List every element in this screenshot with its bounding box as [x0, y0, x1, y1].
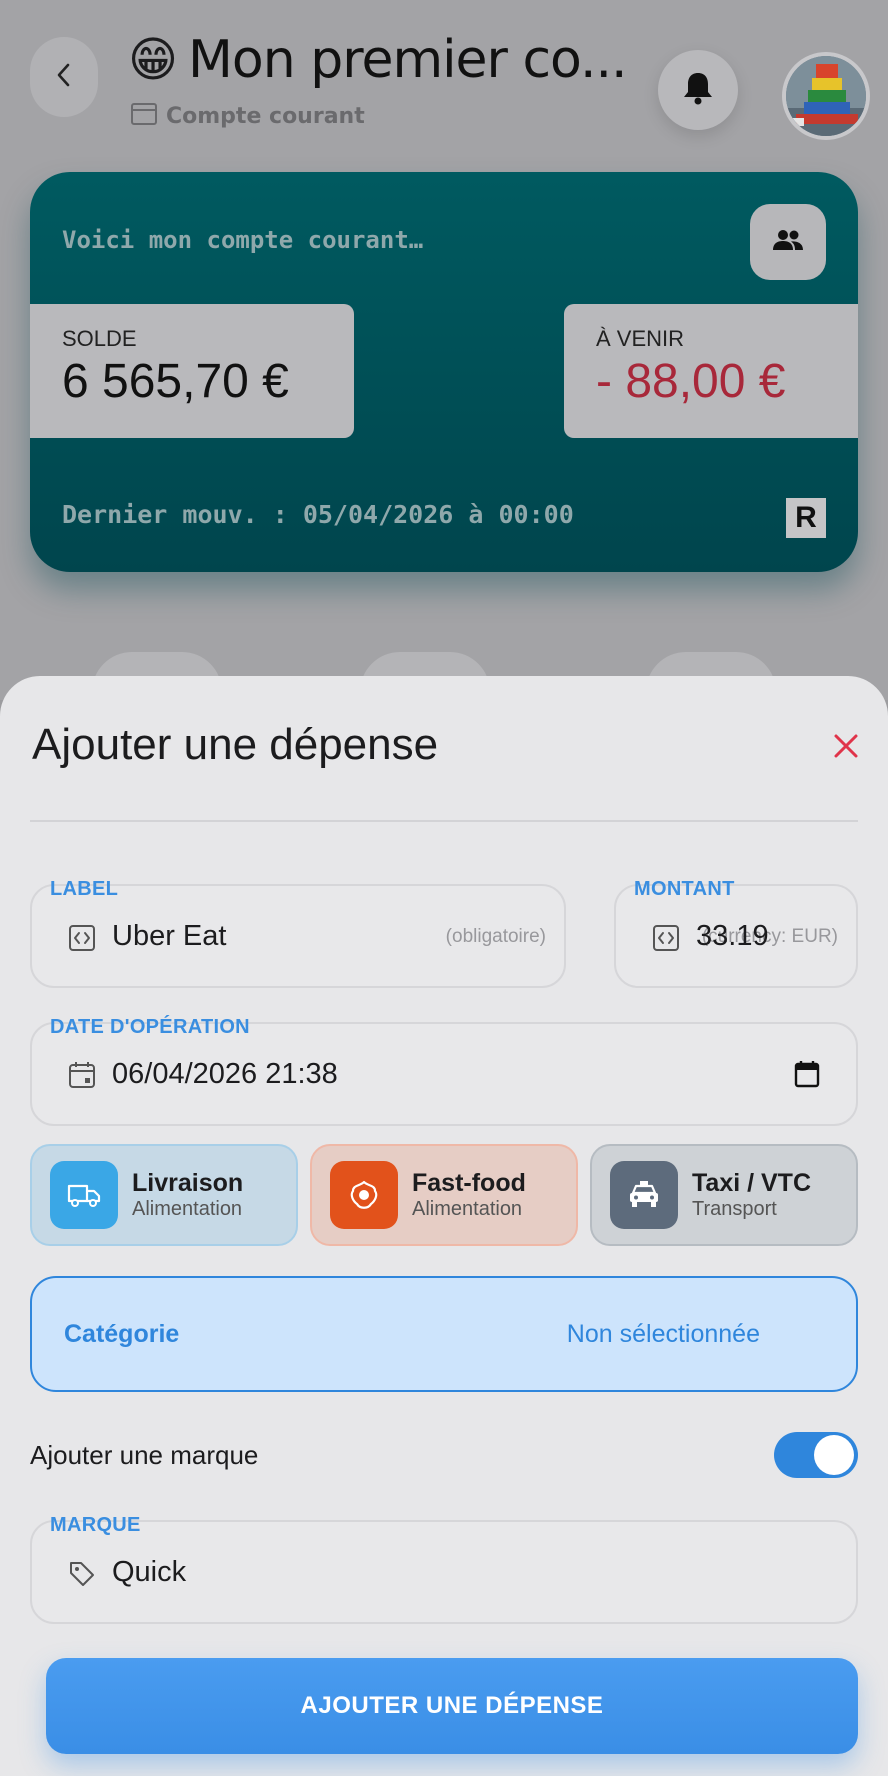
add-expense-sheet: Ajouter une dépense Uber Eat (obligatoir…: [0, 676, 888, 1776]
chip-group: Transport: [692, 1198, 777, 1220]
card-icon: [130, 102, 158, 130]
chip-group: Alimentation: [132, 1198, 243, 1220]
close-icon: [833, 733, 859, 763]
brand-field-label: MARQUE: [50, 1514, 141, 1536]
balance-label: SOLDE: [62, 326, 137, 351]
avatar[interactable]: [782, 52, 870, 140]
account-type-label: Compte courant: [166, 103, 365, 129]
upcoming-box: À VENIR - 88,00 €: [564, 304, 858, 438]
label-input[interactable]: Uber Eat: [112, 920, 226, 953]
suggestion-chip-livraison[interactable]: Livraison Alimentation: [30, 1144, 298, 1246]
account-description: Voici mon compte courant…: [62, 226, 424, 254]
chip-name: Livraison: [132, 1169, 244, 1197]
page-title: Mon premier co...: [188, 30, 627, 90]
sheet-title: Ajouter une dépense: [32, 720, 439, 769]
balance-value: 6 565,70 €: [62, 355, 289, 408]
bell-icon: [682, 70, 714, 110]
avatar-image: [786, 56, 866, 136]
brand-input[interactable]: Quick: [112, 1556, 186, 1589]
truck-icon: [50, 1161, 118, 1229]
taxi-icon: [610, 1161, 678, 1229]
calendar-picker-icon[interactable]: [794, 1060, 820, 1088]
tag-icon: [68, 1560, 96, 1588]
category-label: Catégorie: [64, 1320, 180, 1348]
amount-field-label: MONTANT: [634, 878, 735, 900]
label-hint: (obligatoire): [445, 926, 546, 947]
suggestion-chip-fast-food[interactable]: Fast-food Alimentation: [310, 1144, 578, 1246]
add-expense-button-label: AJOUTER UNE DÉPENSE: [300, 1692, 604, 1719]
chip-name: Taxi / VTC: [692, 1169, 812, 1197]
people-icon: [772, 228, 804, 256]
account-type: Compte courant: [130, 102, 365, 130]
code-icon: [68, 924, 96, 952]
account-card[interactable]: Voici mon compte courant… SOLDE 6 565,70…: [30, 172, 858, 572]
chevron-left-icon: [53, 62, 75, 92]
last-movement: Dernier mouv. : 05/04/2026 à 00:00: [62, 500, 574, 529]
divider: [30, 820, 858, 822]
category-value: Non sélectionnée: [566, 1320, 760, 1348]
label-field-label: LABEL: [50, 878, 119, 900]
shared-members-button[interactable]: [750, 204, 826, 280]
account-emoji: 😁: [128, 32, 179, 88]
brand-toggle-label: Ajouter une marque: [30, 1440, 259, 1470]
upcoming-value: - 88,00 €: [596, 355, 786, 408]
upcoming-label: À VENIR: [596, 326, 685, 351]
burger-icon: [330, 1161, 398, 1229]
account-page-background: 😁 Mon premier co... Compte courant Voici…: [0, 0, 888, 732]
amount-input[interactable]: 33.19: [696, 920, 769, 953]
balance-box: SOLDE 6 565,70 €: [30, 304, 354, 438]
suggestion-chip-taxi-vtc[interactable]: Taxi / VTC Transport: [590, 1144, 858, 1246]
page-title-row: 😁 Mon premier co...: [128, 30, 628, 90]
bank-logo: R: [786, 498, 826, 538]
back-button[interactable]: [30, 37, 98, 117]
calendar-icon: [68, 1060, 96, 1090]
chip-group: Alimentation: [412, 1198, 523, 1220]
date-field-label: DATE D'OPÉRATION: [50, 1016, 250, 1038]
notifications-button[interactable]: [658, 50, 738, 130]
close-button[interactable]: [826, 728, 866, 768]
category-selector[interactable]: Catégorie Non sélectionnée: [30, 1276, 858, 1392]
brand-toggle[interactable]: [774, 1432, 858, 1478]
toggle-knob: [814, 1435, 854, 1475]
brand-field[interactable]: Quick: [30, 1520, 858, 1624]
add-expense-button[interactable]: AJOUTER UNE DÉPENSE: [46, 1658, 858, 1754]
date-input[interactable]: 06/04/2026 21:38: [112, 1058, 338, 1091]
code-icon: [652, 924, 680, 952]
chip-name: Fast-food: [412, 1169, 526, 1197]
